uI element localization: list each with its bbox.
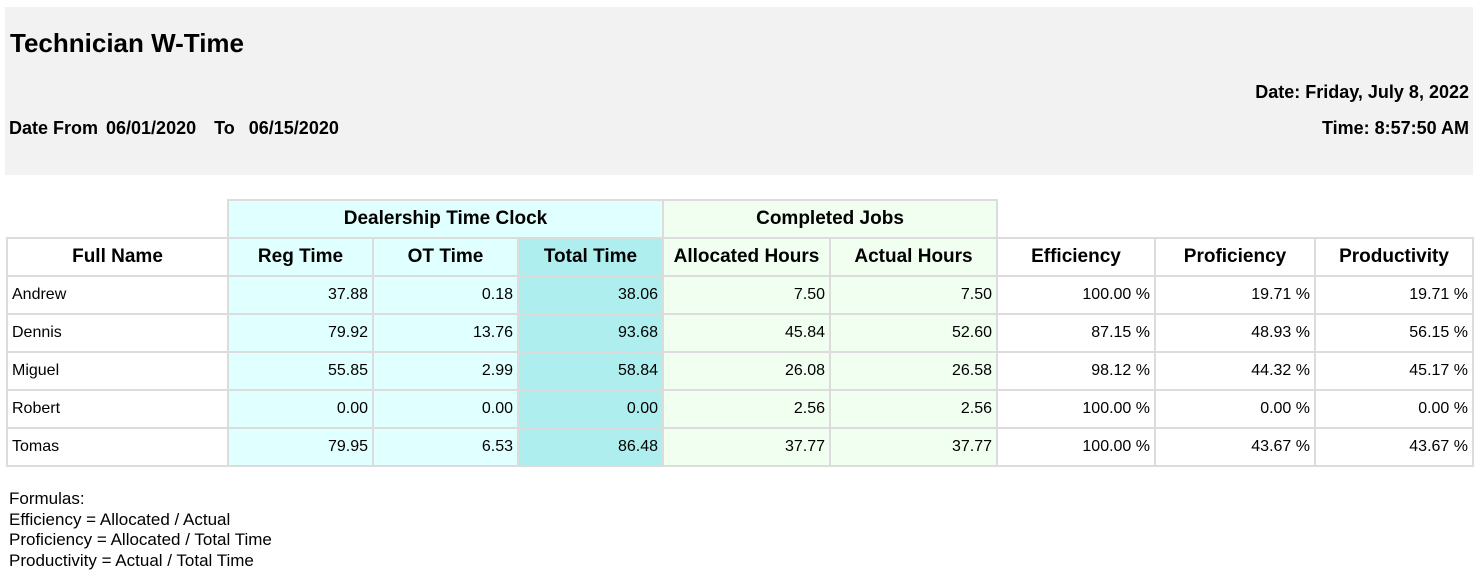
cell-efficiency: 100.00 % [996, 275, 1156, 315]
cell-ot-time: 2.99 [372, 351, 519, 391]
cell-actual-hours: 52.60 [829, 313, 998, 353]
cell-full-name: Dennis [6, 313, 229, 353]
technician-time-table: Dealership Time Clock Completed Jobs Ful… [6, 199, 1474, 467]
cell-full-name: Andrew [6, 275, 229, 315]
col-proficiency: Proficiency [1154, 237, 1316, 277]
table-row: Miguel 55.85 2.99 58.84 26.08 26.58 98.1… [6, 351, 1474, 391]
cell-allocated-hours: 26.08 [662, 351, 831, 391]
cell-ot-time: 0.00 [372, 389, 519, 429]
cell-productivity: 43.67 % [1314, 427, 1474, 467]
col-allocated-hours: Allocated Hours [662, 237, 831, 277]
cell-efficiency: 100.00 % [996, 389, 1156, 429]
formulas-legend: Formulas: Efficiency = Allocated / Actua… [9, 489, 272, 572]
formula-proficiency: Proficiency = Allocated / Total Time [9, 530, 272, 550]
run-time: Time: 8:57:50 AM [1321, 118, 1469, 138]
report-title: Technician W-Time [10, 28, 244, 58]
cell-allocated-hours: 37.77 [662, 427, 831, 467]
cell-full-name: Robert [6, 389, 229, 429]
cell-actual-hours: 37.77 [829, 427, 998, 467]
cell-reg-time: 55.85 [227, 351, 374, 391]
cell-efficiency: 87.15 % [996, 313, 1156, 353]
cell-actual-hours: 2.56 [829, 389, 998, 429]
cell-reg-time: 37.88 [227, 275, 374, 315]
table-row: Robert 0.00 0.00 0.00 2.56 2.56 100.00 %… [6, 389, 1474, 429]
cell-reg-time: 79.95 [227, 427, 374, 467]
formula-efficiency: Efficiency = Allocated / Actual [9, 509, 231, 529]
table-row: Tomas 79.95 6.53 86.48 37.77 37.77 100.0… [6, 427, 1474, 467]
formulas-heading: Formulas: [9, 489, 85, 508]
cell-full-name: Miguel [6, 351, 229, 391]
col-efficiency: Efficiency [996, 237, 1156, 277]
cell-productivity: 56.15 % [1314, 313, 1474, 353]
cell-actual-hours: 7.50 [829, 275, 998, 315]
cell-total-time: 38.06 [517, 275, 664, 315]
cell-total-time: 93.68 [517, 313, 664, 353]
column-header-row: Full Name Reg Time OT Time Total Time Al… [6, 237, 1474, 277]
cell-ot-time: 0.18 [372, 275, 519, 315]
col-reg-time: Reg Time [227, 237, 374, 277]
formula-productivity: Productivity = Actual / Total Time [9, 551, 254, 571]
col-productivity: Productivity [1314, 237, 1474, 277]
group-header-row: Dealership Time Clock Completed Jobs [7, 199, 1473, 239]
cell-allocated-hours: 7.50 [662, 275, 831, 315]
cell-total-time: 58.84 [517, 351, 664, 391]
cell-efficiency: 98.12 % [996, 351, 1156, 391]
date-from-label: Date From [9, 118, 99, 138]
cell-proficiency: 0.00 % [1154, 389, 1316, 429]
run-date: Date: Friday, July 8, 2022 [1255, 82, 1469, 102]
cell-reg-time: 79.92 [227, 313, 374, 353]
group-time-clock: Dealership Time Clock [227, 199, 664, 239]
cell-productivity: 19.71 % [1314, 275, 1474, 315]
group-spacer [7, 200, 228, 238]
group-completed-jobs: Completed Jobs [662, 199, 998, 239]
col-actual-hours: Actual Hours [829, 237, 998, 277]
cell-total-time: 0.00 [517, 389, 664, 429]
cell-proficiency: 43.67 % [1154, 427, 1316, 467]
cell-total-time: 86.48 [517, 427, 664, 467]
cell-reg-time: 0.00 [227, 389, 374, 429]
col-ot-time: OT Time [372, 237, 519, 277]
cell-full-name: Tomas [6, 427, 229, 467]
cell-ot-time: 6.53 [372, 427, 519, 467]
report-header: Technician W-Time Date From 06/01/2020 To 0… [5, 7, 1473, 175]
cell-proficiency: 48.93 % [1154, 313, 1316, 353]
cell-productivity: 0.00 % [1314, 389, 1474, 429]
cell-allocated-hours: 2.56 [662, 389, 831, 429]
date-range: Date From 06/01/2020 To 06/15/2020 [9, 118, 339, 139]
date-to-label: To [214, 118, 235, 138]
date-from-value: 06/01/2020 [106, 118, 197, 138]
cell-actual-hours: 26.58 [829, 351, 998, 391]
table-row: Dennis 79.92 13.76 93.68 45.84 52.60 87.… [6, 313, 1474, 353]
cell-efficiency: 100.00 % [996, 427, 1156, 467]
cell-proficiency: 44.32 % [1154, 351, 1316, 391]
cell-ot-time: 13.76 [372, 313, 519, 353]
table-row: Andrew 37.88 0.18 38.06 7.50 7.50 100.00… [6, 275, 1474, 315]
col-full-name: Full Name [6, 237, 229, 277]
cell-productivity: 45.17 % [1314, 351, 1474, 391]
date-to-value: 06/15/2020 [248, 118, 339, 138]
cell-allocated-hours: 45.84 [662, 313, 831, 353]
group-spacer [997, 200, 1473, 238]
col-total-time: Total Time [517, 237, 664, 277]
cell-proficiency: 19.71 % [1154, 275, 1316, 315]
